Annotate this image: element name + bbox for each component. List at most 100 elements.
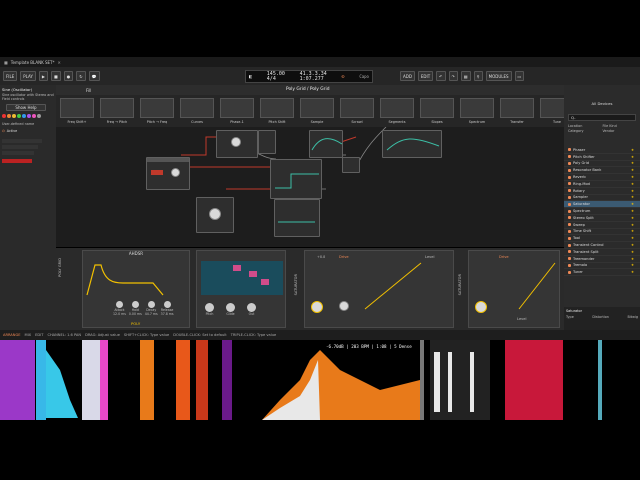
screen-icon[interactable]: ▭ bbox=[514, 71, 525, 81]
saturator-device-2[interactable]: Drive Level bbox=[468, 250, 560, 328]
filter-module[interactable] bbox=[196, 197, 234, 233]
favorite-star-icon[interactable]: ★ bbox=[631, 195, 634, 199]
favorite-star-icon[interactable]: ★ bbox=[631, 148, 634, 152]
device-item[interactable]: Spectrum ★ bbox=[564, 208, 640, 215]
close-tab-button[interactable]: ✕ bbox=[58, 60, 61, 65]
grid-knob[interactable]: Pitch bbox=[205, 303, 214, 316]
favorite-star-icon[interactable]: ★ bbox=[631, 216, 634, 220]
device-item[interactable]: Phaser ★ bbox=[564, 147, 640, 154]
saturator-device-1[interactable]: Drive +8.8 Level bbox=[304, 250, 454, 328]
device-item[interactable]: Resonator Bank ★ bbox=[564, 167, 640, 175]
palette-module[interactable]: Pitch → Freq bbox=[140, 98, 174, 124]
edit-button[interactable]: EDIT bbox=[417, 71, 434, 81]
browser-filter[interactable]: Category bbox=[568, 129, 602, 133]
mix-tab[interactable]: MIX bbox=[25, 333, 32, 337]
palette-module[interactable]: Transfer bbox=[500, 98, 534, 124]
device-item[interactable]: Pitch Shifter ★ bbox=[564, 154, 640, 161]
undo-icon[interactable]: ↶ bbox=[436, 71, 446, 81]
palette-module[interactable]: Sample bbox=[300, 98, 334, 124]
palette-module[interactable]: Curves bbox=[180, 98, 214, 124]
file-button[interactable]: FILE bbox=[3, 71, 18, 81]
device-item[interactable]: Transient Control ★ bbox=[564, 242, 640, 249]
favorite-star-icon[interactable]: ★ bbox=[631, 209, 634, 213]
add-button[interactable]: ADD bbox=[400, 71, 415, 81]
color-swatch[interactable] bbox=[32, 114, 36, 118]
comment-icon[interactable]: 💬 bbox=[88, 71, 100, 81]
curves-module[interactable] bbox=[270, 159, 322, 199]
drive-knob-1[interactable] bbox=[311, 301, 323, 313]
favorite-star-icon[interactable]: ★ bbox=[631, 182, 634, 186]
play-icon[interactable]: ▶ bbox=[38, 71, 48, 81]
output-module[interactable] bbox=[342, 157, 360, 173]
device-item[interactable]: Sweep ★ bbox=[564, 222, 640, 229]
palette-module[interactable]: Slopes bbox=[420, 98, 454, 124]
palette-module[interactable]: Spectrum bbox=[460, 98, 494, 124]
level-knob-1[interactable] bbox=[339, 301, 349, 311]
device-item[interactable]: Reverb ★ bbox=[564, 174, 640, 181]
device-item[interactable]: Time Shift ★ bbox=[564, 229, 640, 236]
palette-module[interactable]: Pitch Shift bbox=[260, 98, 294, 124]
palette-module[interactable]: Scrawl bbox=[340, 98, 374, 124]
redo-icon[interactable]: ↷ bbox=[448, 71, 458, 81]
device-item[interactable]: Saturator ★ bbox=[564, 201, 640, 209]
favorite-star-icon[interactable]: ★ bbox=[631, 243, 634, 247]
device-item[interactable]: Tremolo ★ bbox=[564, 263, 640, 270]
browser-search[interactable]: Q- bbox=[568, 114, 636, 121]
mixer-module[interactable] bbox=[382, 130, 442, 158]
stop-icon[interactable]: ■ bbox=[50, 71, 61, 81]
device-item[interactable]: Transient Split ★ bbox=[564, 249, 640, 256]
device-item[interactable]: Rotary ★ bbox=[564, 188, 640, 195]
favorite-star-icon[interactable]: ★ bbox=[631, 223, 634, 227]
link-icon[interactable]: ⚲ bbox=[473, 71, 483, 81]
color-swatch[interactable] bbox=[37, 114, 41, 118]
arrange-tab[interactable]: ARRANGE bbox=[3, 333, 21, 337]
favorite-star-icon[interactable]: ★ bbox=[631, 202, 634, 206]
color-swatch[interactable] bbox=[12, 114, 16, 118]
favorite-star-icon[interactable]: ★ bbox=[631, 168, 634, 172]
grid-knob[interactable]: Out bbox=[247, 303, 256, 316]
color-swatch[interactable] bbox=[22, 114, 26, 118]
color-swatch[interactable] bbox=[7, 114, 11, 118]
device-item[interactable]: Treemonder ★ bbox=[564, 256, 640, 263]
edit-tab[interactable]: EDIT bbox=[35, 333, 43, 337]
favorite-star-icon[interactable]: ★ bbox=[631, 236, 634, 240]
favorite-star-icon[interactable]: ★ bbox=[631, 161, 634, 165]
sine-knob[interactable] bbox=[171, 168, 180, 177]
envelope-knob[interactable]: Attack 12.0 ms bbox=[113, 301, 126, 316]
sine-module[interactable] bbox=[146, 157, 190, 190]
envelope-knob[interactable]: Decay 44.7 ms bbox=[145, 301, 158, 316]
device-item[interactable]: Tuner ★ bbox=[564, 269, 640, 277]
time-signature[interactable]: 4/4 bbox=[267, 76, 285, 82]
show-help-button[interactable]: Show Help bbox=[6, 104, 46, 111]
browser-filter[interactable]: Vendor bbox=[603, 129, 637, 133]
transport-toggle-icon[interactable]: ◧ bbox=[249, 74, 252, 80]
active-toggle-icon[interactable]: ⏻ bbox=[2, 129, 5, 133]
modules-button[interactable]: MODULES bbox=[485, 71, 512, 81]
palette-module[interactable]: Freq → Pitch bbox=[100, 98, 134, 124]
pitch-module[interactable] bbox=[258, 130, 276, 154]
envelope-knob[interactable]: Hold 0.00 ms bbox=[129, 301, 142, 316]
favorite-star-icon[interactable]: ★ bbox=[631, 250, 634, 254]
device-item[interactable]: Tool ★ bbox=[564, 235, 640, 243]
phase-module[interactable] bbox=[216, 130, 258, 158]
device-item[interactable]: Ring-Mod ★ bbox=[564, 181, 640, 188]
loop-icon[interactable]: ↻ bbox=[76, 71, 86, 81]
ahdsr-device[interactable]: AHDSR Attack 12.0 ms Hold 0.00 ms Decay 44.7 … bbox=[82, 250, 190, 328]
play-menu-button[interactable]: PLAY bbox=[20, 71, 36, 81]
palette-module[interactable]: Segments bbox=[380, 98, 414, 124]
patch-canvas[interactable] bbox=[56, 127, 564, 247]
favorite-star-icon[interactable]: ★ bbox=[631, 257, 634, 261]
scrawl-module[interactable] bbox=[274, 199, 320, 237]
grid-knob[interactable]: Glide bbox=[226, 303, 235, 316]
palette-module[interactable]: Freq Shift+ bbox=[60, 98, 94, 124]
favorite-star-icon[interactable]: ★ bbox=[631, 263, 634, 267]
fill-tab[interactable]: Fill bbox=[86, 88, 91, 93]
envelope-knob[interactable]: Release 37.8 ms bbox=[161, 301, 174, 316]
color-swatch[interactable] bbox=[2, 114, 6, 118]
favorite-star-icon[interactable]: ★ bbox=[631, 189, 634, 193]
browser-filter[interactable]: File Kind bbox=[603, 124, 637, 128]
color-swatch[interactable] bbox=[27, 114, 31, 118]
metronome-icon[interactable]: ⊙ bbox=[342, 74, 345, 80]
step-grid-device[interactable]: Pitch Glide Out bbox=[196, 250, 286, 328]
color-swatch[interactable] bbox=[17, 114, 21, 118]
